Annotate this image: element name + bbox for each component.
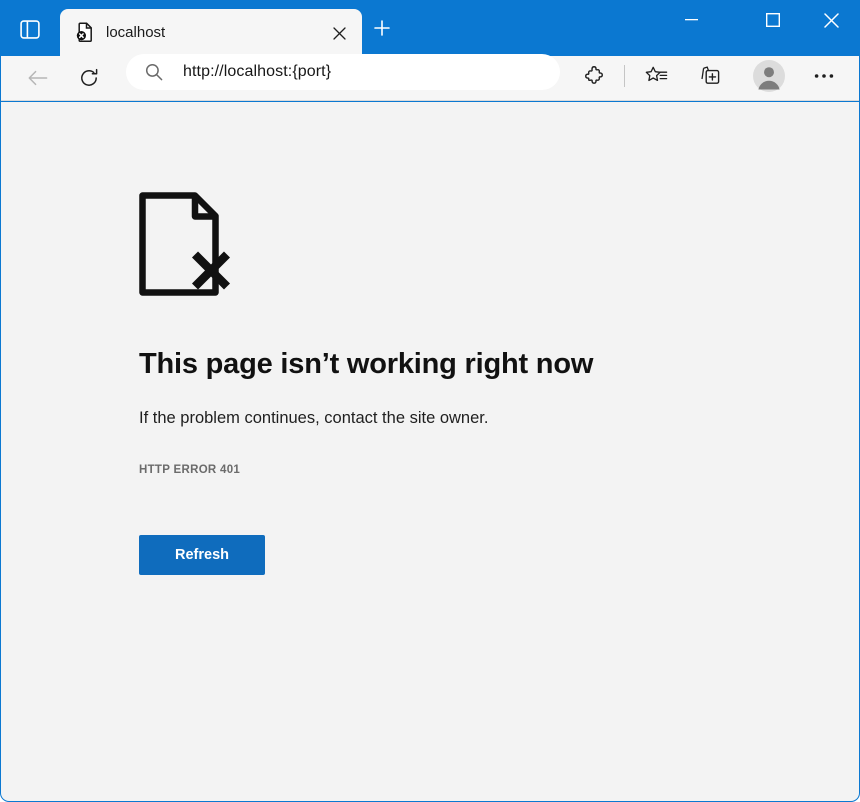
url-text: http://localhost:{port}: [183, 54, 331, 90]
toolbar-divider: [624, 65, 625, 87]
page-content: This page isn’t working right now If the…: [1, 102, 859, 801]
back-arrow-icon[interactable]: [21, 62, 55, 94]
new-tab-button[interactable]: [368, 14, 396, 42]
browser-window: localhost: [0, 0, 860, 802]
settings-more-icon[interactable]: [808, 60, 840, 92]
search-icon: [145, 63, 163, 81]
title-bar: localhost: [0, 0, 860, 56]
tab-title: localhost: [106, 9, 165, 56]
page-title: This page isn’t working right now: [139, 348, 593, 381]
refresh-button[interactable]: Refresh: [139, 535, 265, 575]
error-code: HTTP ERROR 401: [139, 464, 240, 476]
reload-icon[interactable]: [72, 62, 106, 94]
broken-page-icon: [139, 192, 235, 296]
error-description: If the problem continues, contact the si…: [139, 409, 488, 428]
close-icon[interactable]: [326, 20, 352, 46]
close-window-button[interactable]: [808, 0, 854, 40]
error-document-icon: [74, 21, 96, 43]
extensions-icon[interactable]: [578, 60, 610, 92]
collections-icon[interactable]: [694, 60, 726, 92]
minimize-button[interactable]: [668, 0, 714, 40]
maximize-button[interactable]: [750, 0, 796, 40]
tab-localhost[interactable]: localhost: [60, 9, 362, 56]
address-bar[interactable]: http://localhost:{port}: [126, 54, 560, 90]
favorites-icon[interactable]: [640, 60, 672, 92]
avatar[interactable]: [752, 59, 786, 93]
sidebar-panel-icon[interactable]: [14, 14, 46, 44]
